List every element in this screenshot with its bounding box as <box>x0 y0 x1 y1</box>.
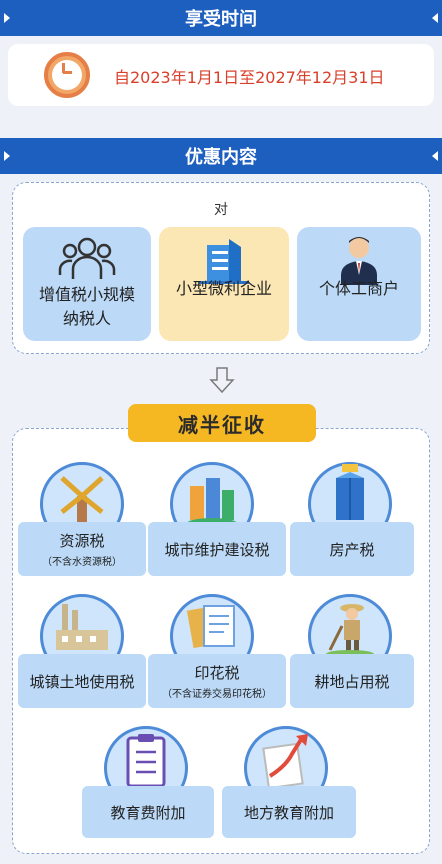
content-header: 优惠内容 <box>0 138 442 174</box>
tax-name: 耕地占用税 <box>314 672 390 691</box>
content-header-title: 优惠内容 <box>185 147 257 168</box>
period-header: 享受时间 <box>0 0 442 36</box>
date-card: 自2023年1月1日至2027年12月31日 <box>8 44 434 106</box>
people-icon <box>58 237 116 279</box>
tax-note: （不含水资源税） <box>42 557 122 568</box>
taxpayer-label-line2: 纳税人 <box>62 309 111 328</box>
tax-name: 城镇土地使用税 <box>29 672 135 691</box>
to-label: 对 <box>214 202 228 218</box>
clock-icon <box>44 52 90 98</box>
taxpayer-label-line1: 增值税小规模 <box>38 285 135 304</box>
tax-name: 城市维护建设税 <box>164 540 270 559</box>
documents-icon <box>186 605 235 649</box>
taxpayer-small-micro-enterprise: 小型微利企业 <box>159 227 289 341</box>
tower-icon <box>336 464 364 520</box>
factory-icon <box>56 604 108 650</box>
half-levy-tag: 减半征收 <box>128 404 316 442</box>
date-range-text: 自2023年1月1日至2027年12月31日 <box>114 68 385 87</box>
tax-name: 教育费附加 <box>110 803 186 822</box>
tax-name: 资源税 <box>59 532 105 550</box>
taxpayer-label-line1: 小型微利企业 <box>175 279 272 298</box>
taxpayer-group: 对 增值税小规模 纳税人 小型微利企业 个体工商户 <box>12 182 430 354</box>
period-header-title: 享受时间 <box>185 9 257 30</box>
taxpayer-small-scale-vat: 增值税小规模 纳税人 <box>23 227 151 341</box>
tax-name: 房产税 <box>329 540 375 559</box>
clipboard-icon <box>126 734 166 788</box>
tax-note: （不含证券交易印花税） <box>162 689 272 700</box>
tax-name: 地方教育附加 <box>243 803 334 822</box>
taxpayer-individual-business: 个体工商户 <box>297 227 421 341</box>
paper-arrow-icon <box>262 734 308 790</box>
tax-name: 印花税 <box>194 664 240 682</box>
down-arrow-icon <box>209 367 235 394</box>
taxpayer-label-line1: 个体工商户 <box>318 279 399 298</box>
farmer-icon <box>326 604 374 658</box>
